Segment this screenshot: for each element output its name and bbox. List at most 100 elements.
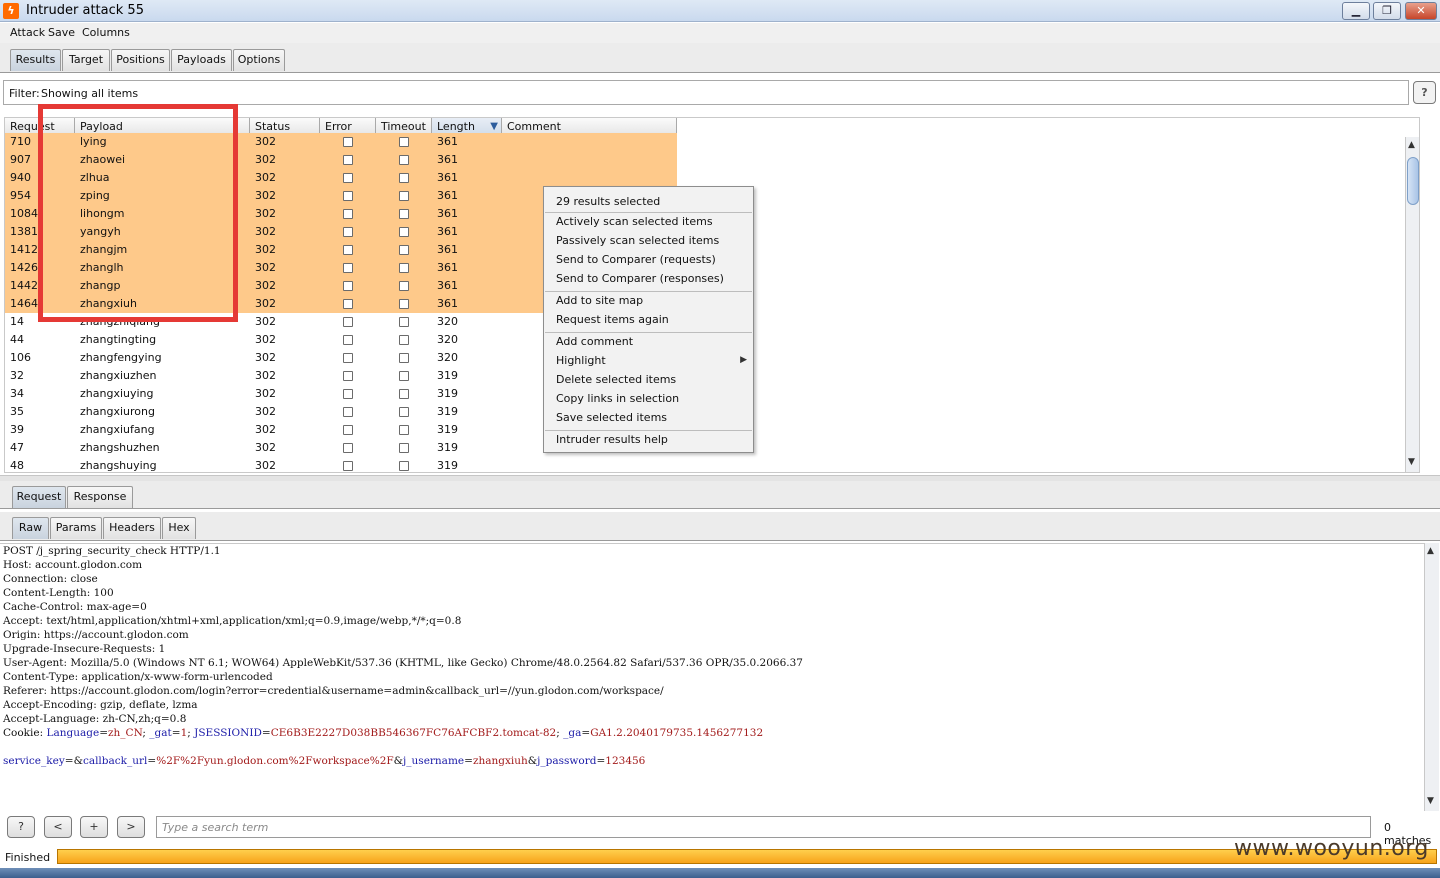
timeout-checkbox <box>399 191 409 201</box>
maximize-button[interactable]: ❐ <box>1373 2 1401 20</box>
raw-request-editor[interactable]: POST /j_spring_security_check HTTP/1.1 Ho… <box>0 543 1424 811</box>
search-next-button[interactable]: > <box>117 816 145 838</box>
timeout-checkbox <box>399 245 409 255</box>
cell-request: 1442 <box>10 279 38 292</box>
search-input[interactable] <box>156 816 1371 838</box>
error-checkbox <box>343 353 353 363</box>
os-taskbar <box>0 868 1440 878</box>
raw-scrollbar[interactable]: ▲ ▼ <box>1424 543 1439 811</box>
cell-request: 1426 <box>10 261 38 274</box>
timeout-checkbox <box>399 443 409 453</box>
tab-headers[interactable]: Headers <box>103 517 161 539</box>
tab-options[interactable]: Options <box>233 49 285 71</box>
cell-payload: zhanglh <box>80 261 124 274</box>
error-checkbox <box>343 299 353 309</box>
cell-payload: zhangxiufang <box>80 423 155 436</box>
tab-params[interactable]: Params <box>50 517 102 539</box>
tab-hex[interactable]: Hex <box>162 517 196 539</box>
cell-payload: zhangshuying <box>80 459 157 472</box>
menu-attack[interactable]: Attack <box>10 26 45 39</box>
menu-item-highlight[interactable]: Highlight <box>556 354 606 367</box>
param-name: service_key <box>3 755 65 767</box>
cell-status: 302 <box>255 261 276 274</box>
cell-payload: zhangxiuzhen <box>80 369 157 382</box>
watermark: www.wooyun.org <box>1234 836 1429 861</box>
tab-positions[interactable]: Positions <box>111 49 170 71</box>
filter-help-button[interactable]: ? <box>1413 81 1436 104</box>
param-name: j_password <box>537 755 597 767</box>
scroll-up-icon[interactable]: ▲ <box>1427 546 1434 556</box>
title-bar: ϟ Intruder attack 55 ▁ ❐ ✕ <box>0 0 1440 22</box>
table-row[interactable]: 940 zlhua 302 361 <box>5 169 677 187</box>
cell-length: 320 <box>437 315 458 328</box>
cell-payload: zhangxiuh <box>80 297 137 310</box>
menu-item-actively-scan-selected-items[interactable]: Actively scan selected items <box>556 215 713 228</box>
table-row[interactable]: 907 zhaowei 302 361 <box>5 151 677 169</box>
cookie-name: _ga <box>563 727 582 739</box>
cell-status: 302 <box>255 405 276 418</box>
tab-request[interactable]: Request <box>12 486 66 508</box>
burp-icon: ϟ <box>3 3 19 19</box>
menu-item-save-selected-items[interactable]: Save selected items <box>556 411 667 424</box>
search-add-button[interactable]: + <box>80 816 108 838</box>
cell-status: 302 <box>255 243 276 256</box>
cell-payload: zhangshuzhen <box>80 441 160 454</box>
filter-bar[interactable]: Filter: Showing all items <box>3 80 1409 105</box>
error-checkbox <box>343 209 353 219</box>
menu-item-copy-links-in-selection[interactable]: Copy links in selection <box>556 392 679 405</box>
cell-status: 302 <box>255 387 276 400</box>
error-checkbox <box>343 317 353 327</box>
cookie-value: GA1.2.2040179735.1456277132 <box>590 727 764 739</box>
request-line: Accept-Language: zh-CN,zh;q=0.8 <box>3 713 187 725</box>
menu-item-send-to-comparer-requests[interactable]: Send to Comparer (requests) <box>556 253 716 266</box>
error-checkbox <box>343 443 353 453</box>
close-button[interactable]: ✕ <box>1405 2 1437 20</box>
context-menu-header: 29 results selected <box>556 195 661 208</box>
table-row[interactable]: 48 zhangshuying 302 319 <box>5 457 677 472</box>
menu-item-send-to-comparer-responses[interactable]: Send to Comparer (responses) <box>556 272 724 285</box>
request-line: Content-Type: application/x-www-form-url… <box>3 671 273 683</box>
timeout-checkbox <box>399 173 409 183</box>
cell-length: 319 <box>437 423 458 436</box>
menu-save[interactable]: Save <box>48 26 75 39</box>
minimize-button[interactable]: ▁ <box>1342 2 1370 20</box>
scroll-up-icon[interactable]: ▲ <box>1408 140 1415 150</box>
request-line: Origin: https://account.glodon.com <box>3 629 189 641</box>
tab-payloads[interactable]: Payloads <box>171 49 232 71</box>
tab-response[interactable]: Response <box>67 486 133 508</box>
error-checkbox <box>343 335 353 345</box>
timeout-checkbox <box>399 461 409 471</box>
search-help-button[interactable]: ? <box>7 816 35 838</box>
error-checkbox <box>343 371 353 381</box>
tab-raw[interactable]: Raw <box>12 517 49 539</box>
menu-item-add-comment[interactable]: Add comment <box>556 335 633 348</box>
cell-status: 302 <box>255 315 276 328</box>
menu-item-add-to-site-map[interactable]: Add to site map <box>556 294 643 307</box>
error-checkbox <box>343 263 353 273</box>
timeout-checkbox <box>399 155 409 165</box>
cell-length: 361 <box>437 153 458 166</box>
param-value: zhangxiuh <box>472 755 528 767</box>
scroll-thumb[interactable] <box>1407 157 1419 205</box>
error-checkbox <box>343 191 353 201</box>
cell-length: 361 <box>437 297 458 310</box>
scroll-down-icon[interactable]: ▼ <box>1408 457 1415 467</box>
detail-tab-bar: Request Response <box>0 481 1440 509</box>
scroll-down-icon[interactable]: ▼ <box>1427 796 1434 806</box>
menu-item-passively-scan-selected-items[interactable]: Passively scan selected items <box>556 234 719 247</box>
param-value: %2F%2Fyun.glodon.com%2Fworkspace%2F <box>156 755 394 767</box>
tab-target[interactable]: Target <box>62 49 110 71</box>
menu-item-intruder-results-help[interactable]: Intruder results help <box>556 433 668 446</box>
tab-results[interactable]: Results <box>10 49 61 71</box>
cell-length: 319 <box>437 459 458 472</box>
table-row[interactable]: 710 lying 302 361 <box>5 133 677 151</box>
table-scrollbar[interactable]: ▲ ▼ <box>1405 137 1419 472</box>
menu-item-request-items-again[interactable]: Request items again <box>556 313 669 326</box>
menu-columns[interactable]: Columns <box>82 26 130 39</box>
menu-item-delete-selected-items[interactable]: Delete selected items <box>556 373 676 386</box>
menu-separator <box>545 291 752 292</box>
cell-status: 302 <box>255 189 276 202</box>
cell-length: 361 <box>437 261 458 274</box>
cell-status: 302 <box>255 225 276 238</box>
search-previous-button[interactable]: < <box>44 816 72 838</box>
